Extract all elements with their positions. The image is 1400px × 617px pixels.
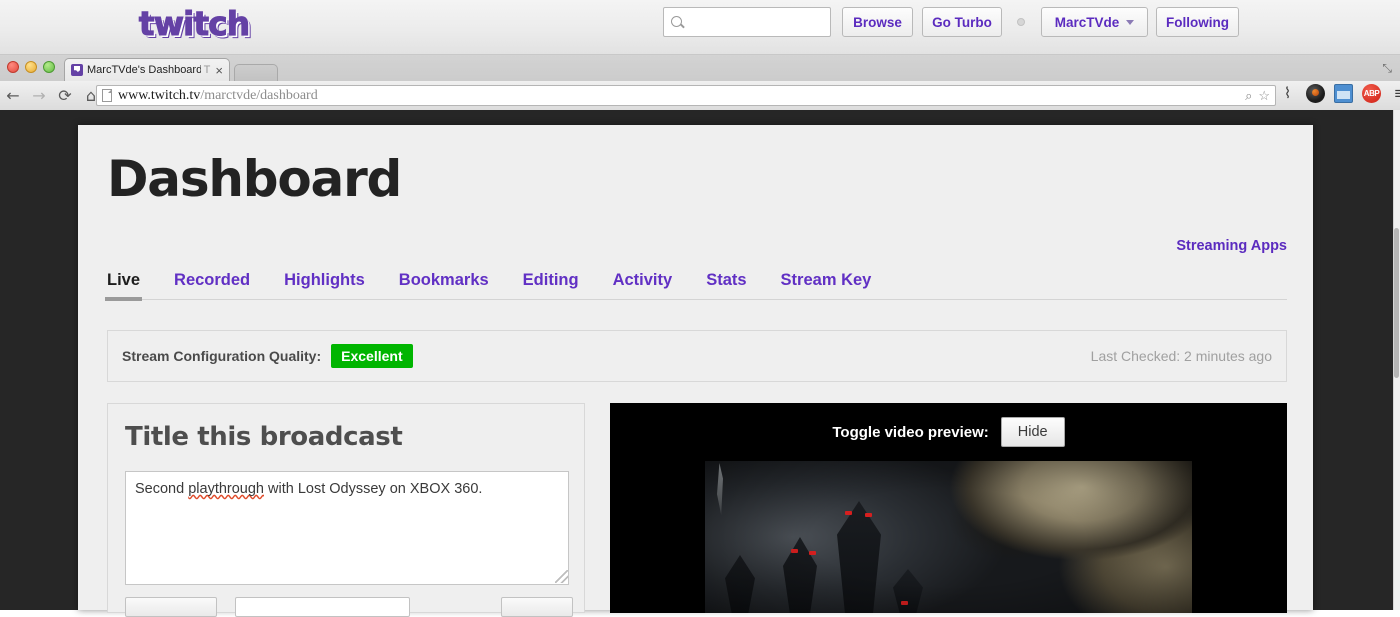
broadcast-controls-row <box>125 597 573 617</box>
url-host: www.twitch.tv <box>118 87 201 103</box>
video-scene-vignette <box>705 461 1192 613</box>
page-title: Dashboard <box>107 150 402 208</box>
tab-activity[interactable]: Activity <box>613 271 673 299</box>
user-menu-button[interactable]: MarcTVde <box>1041 7 1148 37</box>
tab-live[interactable]: Live <box>104 271 143 301</box>
title-broadcast-panel: Title this broadcast Second playthrough … <box>107 403 585 617</box>
new-tab-button[interactable] <box>234 64 278 81</box>
address-bar[interactable]: www.twitch.tv /marctvde/dashboard ⌕ ☆ <box>96 85 1276 106</box>
tab-bookmarks[interactable]: Bookmarks <box>399 271 489 299</box>
video-preview-panel: Toggle video preview: Hide <box>610 403 1287 613</box>
browser-tab-title: MarcTVde's Dashboard <box>87 64 201 76</box>
twitch-favicon-icon <box>71 64 83 76</box>
hide-video-preview-button[interactable]: Hide <box>1000 417 1065 447</box>
search-input[interactable] <box>663 7 831 37</box>
chevron-down-icon <box>1126 19 1135 25</box>
go-turbo-button[interactable]: Go Turbo <box>922 7 1002 37</box>
twitch-top-bar: twitch Browse Go Turbo MarcTVde Followin… <box>0 0 1400 55</box>
video-preview-player[interactable] <box>705 461 1192 613</box>
browser-chrome: MarcTVde's Dashboard T × ⤡ ← → ⟳ ⌂ www.t… <box>0 55 1400 110</box>
toggle-video-preview-row: Toggle video preview: Hide <box>610 403 1287 461</box>
user-menu-label: MarcTVde <box>1054 14 1120 30</box>
page-scrollbar[interactable] <box>1393 110 1400 610</box>
following-button[interactable]: Following <box>1156 7 1239 37</box>
tab-highlights[interactable]: Highlights <box>284 271 365 299</box>
dashboard-tabs: Live Recorded Highlights Bookmarks Editi… <box>104 265 1287 301</box>
search-icon <box>671 16 682 27</box>
image-extension-icon[interactable] <box>1334 84 1353 103</box>
broadcast-title-input[interactable] <box>125 471 569 585</box>
status-badge: Excellent <box>331 344 413 368</box>
notification-dot-icon[interactable] <box>1017 18 1025 26</box>
browser-tab[interactable]: MarcTVde's Dashboard T × <box>64 58 230 81</box>
last-checked-text: Last Checked: 2 minutes ago <box>1090 348 1272 364</box>
extension-toolbar: ⌇ ABP ≡ <box>1278 84 1400 103</box>
bookmark-star-icon[interactable]: ☆ <box>1258 88 1270 104</box>
chrome-menu-icon[interactable]: ≡ <box>1390 84 1400 103</box>
scrollbar-thumb[interactable] <box>1394 228 1399 378</box>
browser-tab-strip: MarcTVde's Dashboard T × ⤡ <box>0 55 1400 81</box>
twitch-logo[interactable]: twitch <box>134 2 254 44</box>
zoom-icon[interactable]: ⌕ <box>1245 88 1252 104</box>
update-button[interactable] <box>501 597 573 617</box>
reload-button[interactable]: ⟳ <box>52 86 78 105</box>
stream-quality-bar: Stream Configuration Quality: Excellent … <box>107 330 1287 382</box>
url-path: /marctvde/dashboard <box>200 87 318 103</box>
panel-heading: Title this broadcast <box>125 422 403 452</box>
minimize-window-button[interactable] <box>25 61 37 73</box>
browser-tab-title-truncated: T <box>203 64 211 76</box>
stream-quality-label: Stream Configuration Quality: <box>122 348 322 364</box>
game-select[interactable] <box>125 597 217 617</box>
tab-stats[interactable]: Stats <box>706 271 746 299</box>
close-window-button[interactable] <box>7 61 19 73</box>
tab-recorded[interactable]: Recorded <box>174 271 250 299</box>
browse-button[interactable]: Browse <box>842 7 913 37</box>
page-info-icon[interactable] <box>102 89 112 102</box>
streaming-apps-link[interactable]: Streaming Apps <box>1176 238 1287 254</box>
back-button[interactable]: ← <box>0 86 26 105</box>
expand-window-icon[interactable]: ⤡ <box>1382 61 1392 76</box>
browser-navigation-bar: ← → ⟳ ⌂ www.twitch.tv /marctvde/dashboar… <box>0 81 1400 110</box>
game-name-input[interactable] <box>235 597 410 617</box>
window-controls <box>7 61 55 73</box>
audio-waveform-extension-icon[interactable]: ⌇ <box>1278 84 1297 103</box>
tab-editing[interactable]: Editing <box>523 271 579 299</box>
forward-button[interactable]: → <box>26 86 52 105</box>
maximize-window-button[interactable] <box>43 61 55 73</box>
camera-extension-icon[interactable] <box>1306 84 1325 103</box>
toggle-video-preview-label: Toggle video preview: <box>832 423 989 441</box>
dashboard-content-card: Dashboard Streaming Apps Live Recorded H… <box>78 125 1313 617</box>
tab-stream-key[interactable]: Stream Key <box>781 271 872 299</box>
adblock-plus-extension-icon[interactable]: ABP <box>1362 84 1381 103</box>
close-tab-button[interactable]: × <box>213 63 223 78</box>
